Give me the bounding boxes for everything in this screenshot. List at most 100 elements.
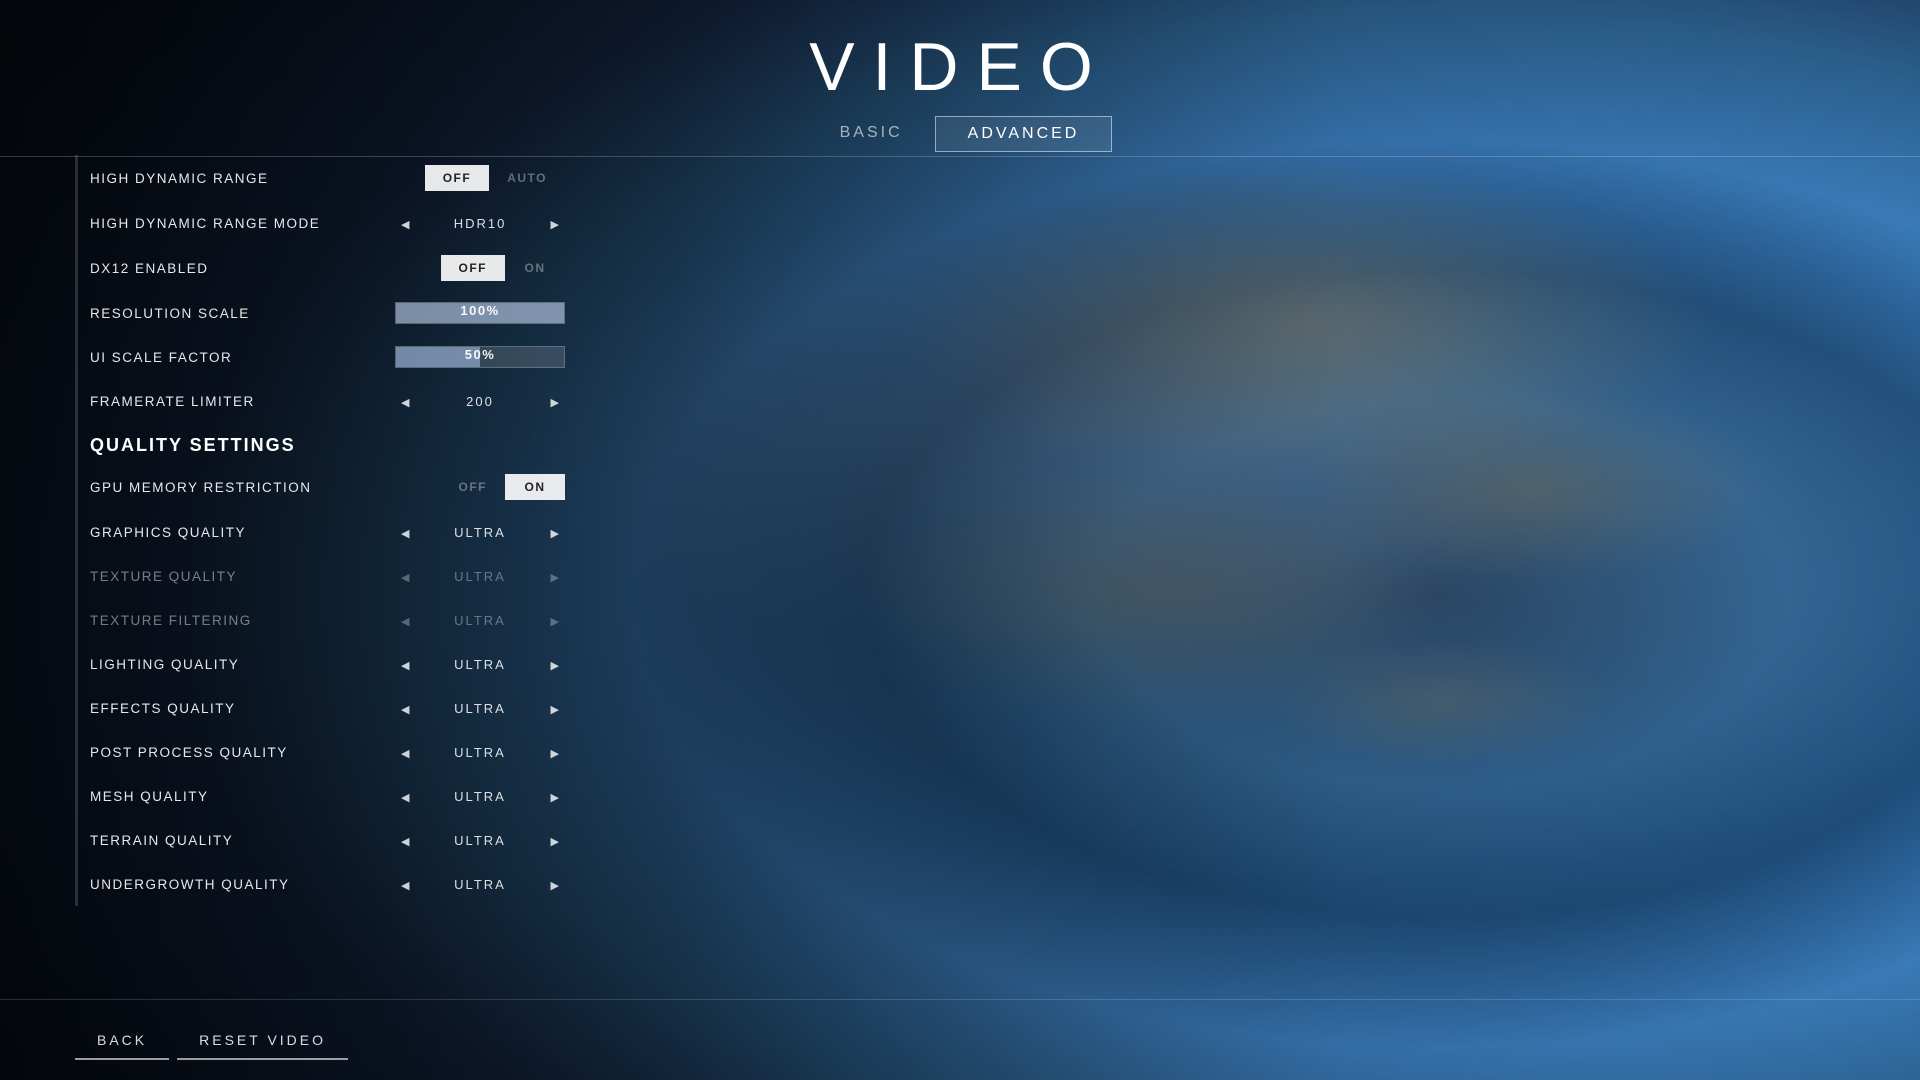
- slider-ui-scale[interactable]: 50%: [395, 345, 565, 369]
- setting-ui-scale: UI SCALE FACTOR 50%: [75, 335, 565, 379]
- undergrowth-left[interactable]: [395, 872, 415, 896]
- toggle-hdr-auto[interactable]: AUTO: [489, 165, 565, 191]
- texture-quality-value: ULTRA: [440, 569, 520, 584]
- bottom-divider: [0, 999, 1920, 1000]
- post-process-right[interactable]: [545, 740, 565, 764]
- setting-label-terrain-quality: TERRAIN QUALITY: [90, 833, 395, 848]
- undergrowth-value: ULTRA: [440, 877, 520, 892]
- setting-gpu-memory: GPU MEMORY RESTRICTION OFF ON: [75, 464, 565, 510]
- reset-video-button[interactable]: RESET VIDEO: [177, 1022, 348, 1060]
- texture-quality-left[interactable]: [395, 564, 415, 588]
- setting-dx12: DX12 ENABLED OFF ON: [75, 245, 565, 291]
- lighting-quality-value: ULTRA: [440, 657, 520, 672]
- selector-post-process: ULTRA: [395, 740, 565, 764]
- tab-basic[interactable]: BASIC: [808, 116, 935, 152]
- selector-lighting-quality: ULTRA: [395, 652, 565, 676]
- setting-undergrowth-quality: UNDERGROWTH QUALITY ULTRA: [75, 862, 565, 906]
- toggle-dx12-off[interactable]: OFF: [441, 255, 506, 281]
- toggle-gpu-on[interactable]: ON: [505, 474, 565, 500]
- post-process-left[interactable]: [395, 740, 415, 764]
- setting-post-process-quality: POST PROCESS QUALITY ULTRA: [75, 730, 565, 774]
- graphics-quality-left[interactable]: [395, 520, 415, 544]
- framerate-left[interactable]: [395, 389, 415, 413]
- setting-mesh-quality: MESH QUALITY ULTRA: [75, 774, 565, 818]
- bottom-bar: BACK RESET VIDEO: [75, 1022, 348, 1060]
- settings-panel: HIGH DYNAMIC RANGE OFF AUTO HIGH DYNAMIC…: [75, 155, 565, 980]
- setting-label-lighting-quality: LIGHTING QUALITY: [90, 657, 395, 672]
- lighting-quality-right[interactable]: [545, 652, 565, 676]
- texture-filtering-value: ULTRA: [440, 613, 520, 628]
- selector-texture-quality: ULTRA: [395, 564, 565, 588]
- settings-list: HIGH DYNAMIC RANGE OFF AUTO HIGH DYNAMIC…: [75, 155, 565, 906]
- setting-high-dynamic-range: HIGH DYNAMIC RANGE OFF AUTO: [75, 155, 565, 201]
- texture-quality-right[interactable]: [545, 564, 565, 588]
- hdr-mode-value: HDR10: [440, 216, 520, 231]
- slider-value-resolution: 100%: [396, 303, 564, 318]
- setting-terrain-quality: TERRAIN QUALITY ULTRA: [75, 818, 565, 862]
- terrain-quality-value: ULTRA: [440, 833, 520, 848]
- selector-graphics-quality: ULTRA: [395, 520, 565, 544]
- slider-track-ui-scale: 50%: [395, 346, 565, 368]
- page-title: VIDEO: [0, 28, 1920, 106]
- setting-label-texture-quality: TEXTURE QUALITY: [90, 569, 395, 584]
- toggle-hdr: OFF AUTO: [425, 165, 565, 191]
- section-quality-settings: QUALITY SETTINGS: [75, 423, 565, 464]
- toggle-gpu-memory: OFF ON: [441, 474, 566, 500]
- undergrowth-right[interactable]: [545, 872, 565, 896]
- selector-texture-filtering: ULTRA: [395, 608, 565, 632]
- framerate-value: 200: [440, 394, 520, 409]
- setting-label-texture-filtering: TEXTURE FILTERING: [90, 613, 395, 628]
- terrain-quality-right[interactable]: [545, 828, 565, 852]
- setting-label-hdr: HIGH DYNAMIC RANGE: [90, 171, 425, 186]
- graphics-quality-value: ULTRA: [440, 525, 520, 540]
- tabs-container: BASIC ADVANCED: [0, 116, 1920, 152]
- framerate-right[interactable]: [545, 389, 565, 413]
- selector-effects-quality: ULTRA: [395, 696, 565, 720]
- back-button[interactable]: BACK: [75, 1022, 169, 1060]
- effects-quality-left[interactable]: [395, 696, 415, 720]
- selector-terrain-quality: ULTRA: [395, 828, 565, 852]
- setting-label-graphics-quality: GRAPHICS QUALITY: [90, 525, 395, 540]
- toggle-hdr-off[interactable]: OFF: [425, 165, 490, 191]
- section-title-quality: QUALITY SETTINGS: [90, 435, 296, 455]
- header: VIDEO: [0, 0, 1920, 106]
- setting-label-post-process: POST PROCESS QUALITY: [90, 745, 395, 760]
- tab-advanced[interactable]: ADVANCED: [935, 116, 1113, 152]
- texture-filtering-right[interactable]: [545, 608, 565, 632]
- setting-label-gpu-memory: GPU MEMORY RESTRICTION: [90, 480, 441, 495]
- setting-framerate: FRAMERATE LIMITER 200: [75, 379, 565, 423]
- slider-resolution[interactable]: 100%: [395, 301, 565, 325]
- setting-label-effects-quality: EFFECTS QUALITY: [90, 701, 395, 716]
- graphics-quality-right[interactable]: [545, 520, 565, 544]
- effects-quality-right[interactable]: [545, 696, 565, 720]
- terrain-quality-left[interactable]: [395, 828, 415, 852]
- setting-resolution-scale: RESOLUTION SCALE 100%: [75, 291, 565, 335]
- toggle-gpu-off[interactable]: OFF: [441, 474, 506, 500]
- mesh-quality-value: ULTRA: [440, 789, 520, 804]
- setting-label-framerate: FRAMERATE LIMITER: [90, 394, 395, 409]
- setting-effects-quality: EFFECTS QUALITY ULTRA: [75, 686, 565, 730]
- setting-label-ui-scale: UI SCALE FACTOR: [90, 350, 395, 365]
- slider-value-ui-scale: 50%: [396, 347, 564, 362]
- mesh-quality-left[interactable]: [395, 784, 415, 808]
- setting-hdr-mode: HIGH DYNAMIC RANGE MODE HDR10: [75, 201, 565, 245]
- selector-framerate: 200: [395, 389, 565, 413]
- setting-label-res-scale: RESOLUTION SCALE: [90, 306, 395, 321]
- effects-quality-value: ULTRA: [440, 701, 520, 716]
- setting-texture-quality: TEXTURE QUALITY ULTRA: [75, 554, 565, 598]
- toggle-dx12-on[interactable]: ON: [505, 255, 565, 281]
- hdr-mode-left[interactable]: [395, 211, 415, 235]
- setting-label-mesh-quality: MESH QUALITY: [90, 789, 395, 804]
- selector-mesh-quality: ULTRA: [395, 784, 565, 808]
- mesh-quality-right[interactable]: [545, 784, 565, 808]
- texture-filtering-left[interactable]: [395, 608, 415, 632]
- post-process-value: ULTRA: [440, 745, 520, 760]
- slider-track-resolution: 100%: [395, 302, 565, 324]
- lighting-quality-left[interactable]: [395, 652, 415, 676]
- setting-label-dx12: DX12 ENABLED: [90, 261, 441, 276]
- setting-graphics-quality: GRAPHICS QUALITY ULTRA: [75, 510, 565, 554]
- toggle-dx12: OFF ON: [441, 255, 566, 281]
- hdr-mode-right[interactable]: [545, 211, 565, 235]
- setting-texture-filtering: TEXTURE FILTERING ULTRA: [75, 598, 565, 642]
- setting-lighting-quality: LIGHTING QUALITY ULTRA: [75, 642, 565, 686]
